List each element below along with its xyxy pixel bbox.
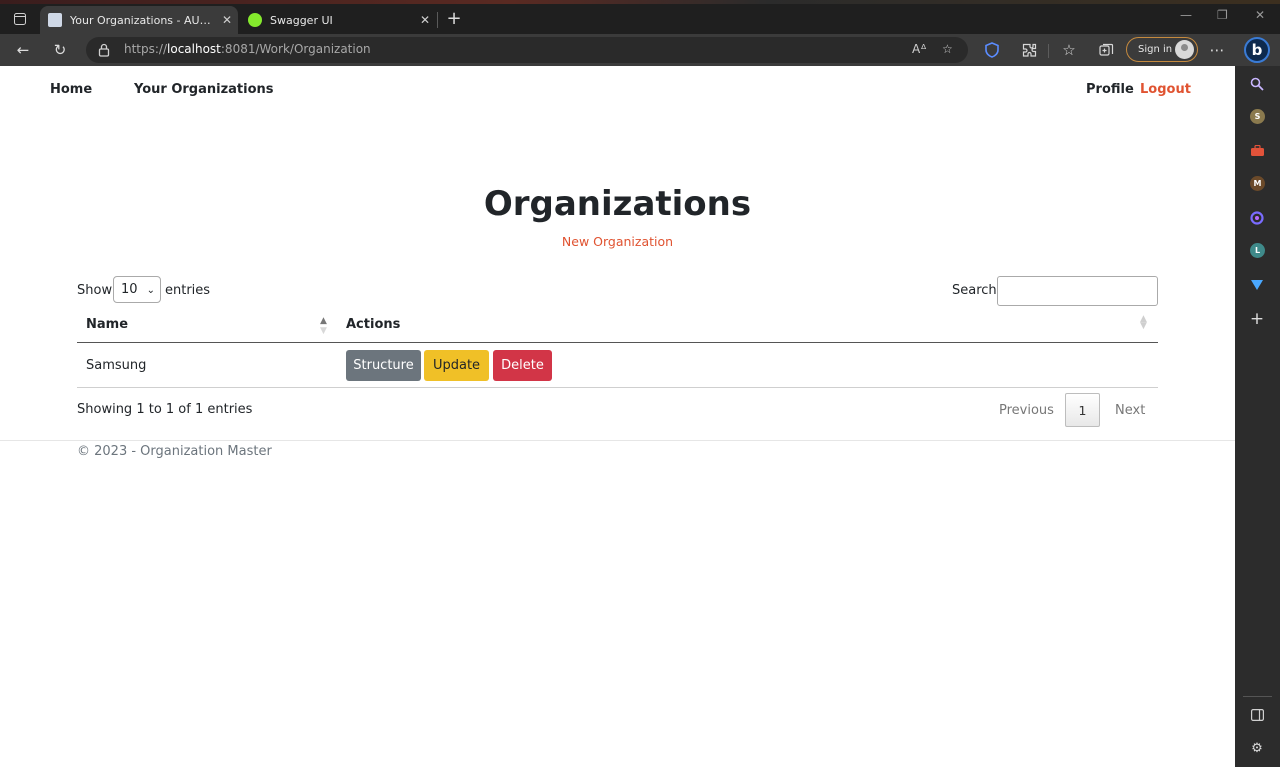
send-icon[interactable] (1248, 276, 1266, 294)
close-window-icon[interactable]: ✕ (1255, 8, 1265, 22)
new-organization-link[interactable]: New Organization (562, 234, 673, 249)
url-scheme: https:// (124, 42, 168, 56)
update-button[interactable]: Update (424, 350, 489, 381)
browser-tab-bar: Your Organizations - AUA.Project ✕ Swagg… (0, 0, 1280, 34)
entries-label: entries (165, 283, 211, 298)
table-row-divider (77, 387, 1158, 388)
new-organization-link-row: New Organization (0, 234, 1235, 249)
show-label: Show (77, 283, 113, 298)
tab-swagger-ui[interactable]: Swagger UI ✕ (240, 6, 436, 34)
nav-profile-link[interactable]: Profile (1086, 82, 1134, 97)
chevron-down-icon: ⌄ (146, 285, 155, 296)
table-info-text: Showing 1 to 1 of 1 entries (77, 402, 253, 417)
sidebar-badge-label: M (1253, 179, 1262, 188)
collections-icon[interactable] (1095, 40, 1117, 60)
pagination-previous[interactable]: Previous (999, 403, 1054, 418)
page-viewport: Home Your Organizations Profile Logout O… (0, 66, 1235, 767)
sign-in-label: Sign in (1138, 44, 1173, 55)
sidebar-app-m-icon[interactable]: M (1250, 176, 1265, 191)
tab-your-organizations[interactable]: Your Organizations - AUA.Project ✕ (40, 6, 238, 34)
pagination-page-1[interactable]: 1 (1065, 393, 1100, 427)
column-header-name[interactable]: Name (86, 317, 128, 332)
url-path: :8081/Work/Organization (220, 42, 371, 56)
office-icon[interactable] (1248, 209, 1266, 227)
more-options-icon[interactable]: ⋯ (1206, 40, 1228, 60)
entries-length-select[interactable]: 10 ⌄ (113, 276, 161, 303)
nav-your-organizations-link[interactable]: Your Organizations (134, 82, 274, 97)
structure-button[interactable]: Structure (346, 350, 421, 381)
page-title: Organizations (483, 184, 752, 224)
delete-button[interactable]: Delete (493, 350, 552, 381)
url-host: localhost (167, 42, 221, 56)
sign-in-button[interactable]: Sign in (1126, 37, 1198, 62)
url-text[interactable]: https://localhost:8081/Work/Organization (124, 42, 371, 56)
search-icon[interactable] (1248, 75, 1266, 93)
extensions-icon[interactable] (1018, 40, 1040, 60)
edge-sidebar: S M L + ⚙ (1235, 66, 1280, 767)
read-aloud-icon[interactable]: Aᐞ (912, 42, 927, 56)
bing-copilot-icon[interactable]: b (1244, 37, 1270, 63)
address-bar[interactable]: https://localhost:8081/Work/Organization… (86, 37, 968, 63)
swagger-favicon-icon (248, 13, 262, 27)
back-icon[interactable]: ← (12, 40, 34, 60)
search-input[interactable] (997, 276, 1158, 306)
sidebar-divider (1243, 696, 1272, 697)
add-icon[interactable]: + (1248, 309, 1266, 329)
tab-actions-icon[interactable] (6, 6, 34, 32)
organization-name-cell: Samsung (86, 358, 147, 373)
nav-home-link[interactable]: Home (50, 82, 92, 97)
toolbar-separator (1048, 44, 1049, 58)
window-accent-strip (0, 0, 1280, 4)
footer-copyright: © 2023 - Organization Master (77, 444, 272, 459)
settings-gear-icon[interactable]: ⚙ (1248, 739, 1266, 757)
tab-title: Your Organizations - AUA.Project (70, 13, 216, 27)
sidebar-badge-label: S (1254, 112, 1261, 121)
sidebar-badge-label: L (1254, 246, 1261, 255)
refresh-icon[interactable]: ↻ (49, 40, 71, 60)
footer-divider (0, 440, 1235, 441)
entries-length-value: 10 (121, 282, 138, 297)
profile-avatar-icon (1175, 40, 1194, 59)
sort-ascending-icon[interactable]: ▲ ▼ (320, 316, 327, 336)
close-icon[interactable]: ✕ (222, 13, 232, 27)
minimize-icon[interactable]: — (1180, 8, 1192, 22)
bing-letter: b (1251, 41, 1263, 59)
pagination-next[interactable]: Next (1115, 403, 1145, 418)
sidebar-app-s-icon[interactable]: S (1250, 109, 1265, 124)
tools-icon[interactable] (1248, 142, 1266, 160)
favorites-icon[interactable]: ☆ (1058, 40, 1080, 60)
restore-icon[interactable]: ❐ (1217, 8, 1228, 22)
hide-sidebar-icon[interactable] (1248, 706, 1266, 724)
search-label: Search: (952, 283, 1002, 298)
table-header-divider (77, 342, 1158, 343)
lock-icon[interactable] (98, 43, 110, 57)
sidebar-app-l-icon[interactable]: L (1250, 243, 1265, 258)
page-favicon-icon (48, 13, 62, 27)
sort-both-icon[interactable]: ▲ ▼ (1140, 315, 1147, 331)
close-icon[interactable]: ✕ (420, 13, 430, 27)
new-tab-icon[interactable]: + (443, 8, 465, 30)
nav-logout-link[interactable]: Logout (1140, 82, 1191, 97)
tab-separator (437, 12, 438, 28)
column-header-actions[interactable]: Actions (346, 317, 400, 332)
add-favorite-icon[interactable]: ☆ (942, 42, 953, 56)
tab-title: Swagger UI (270, 13, 333, 27)
browser-essentials-icon[interactable] (981, 40, 1003, 60)
